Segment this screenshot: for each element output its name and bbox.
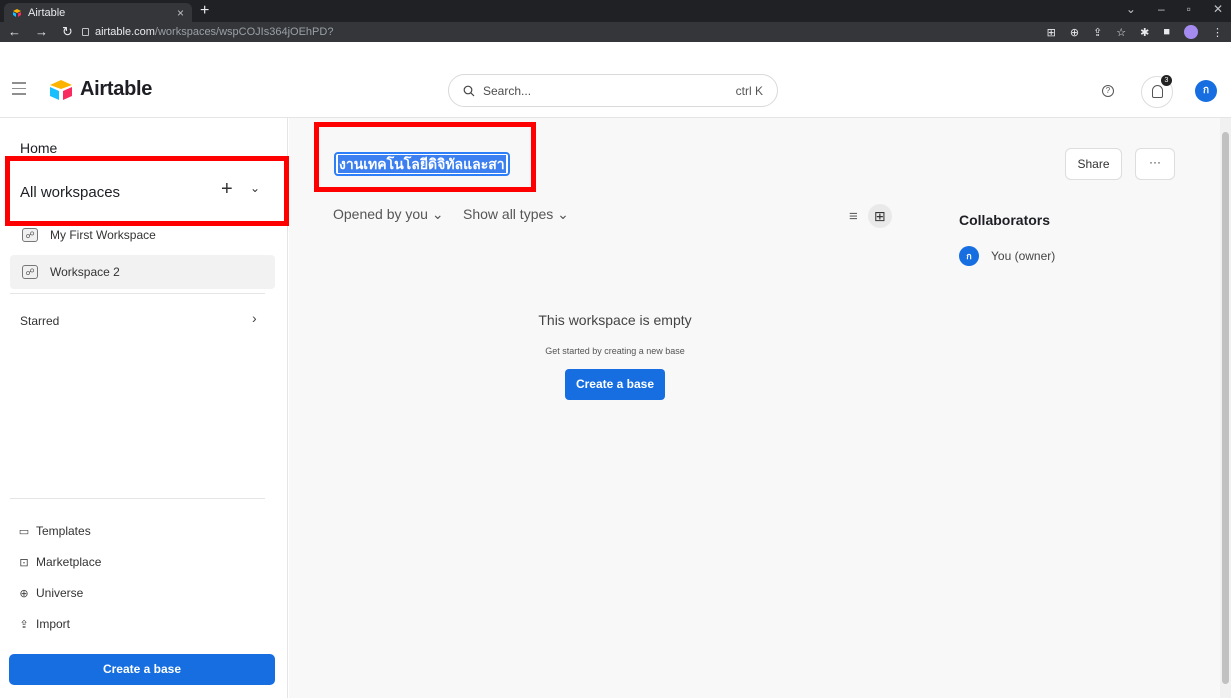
collaborator-avatar: ก — [959, 246, 979, 266]
chevron-down-icon: ⌄ — [557, 206, 569, 222]
sidebar-templates-link[interactable]: ▭ Templates — [18, 524, 91, 538]
new-tab-button[interactable]: + — [200, 2, 209, 20]
filter-label: Opened by you — [333, 206, 428, 222]
address-bar[interactable]: airtable.com /workspaces/wspCOJIs364jOEh… — [82, 26, 333, 38]
airtable-logo[interactable]: Airtable — [48, 78, 152, 101]
sidebar-home-link[interactable]: Home — [20, 140, 57, 156]
sidebar-import-link[interactable]: ⇪ Import — [18, 617, 70, 631]
airtable-logo-icon — [50, 79, 72, 100]
collaborators-title: Collaborators — [959, 212, 1051, 228]
sidebar-universe-link[interactable]: ⊕ Universe — [18, 586, 83, 600]
search-icon — [463, 85, 475, 96]
book-icon: ▭ — [18, 525, 30, 538]
globe-icon: ⊕ — [19, 587, 29, 600]
bell-icon — [1152, 85, 1163, 98]
filter-label: Show all types — [463, 206, 554, 222]
search-placeholder: Search... — [483, 83, 532, 98]
opened-by-you-dropdown[interactable]: Opened by you ⌄ — [333, 206, 444, 223]
sidebar-marketplace-link[interactable]: ⊡ Marketplace — [18, 555, 101, 569]
nav-buttons: ← → ↻ — [0, 24, 82, 40]
marketplace-icon: ⊡ — [19, 556, 29, 569]
sidebar-item-workspace-2[interactable]: ☍ Workspace 2 — [10, 255, 275, 289]
app-header: Airtable Search... ctrl K ? 3 — [0, 62, 1231, 118]
main-content: งานเทคโนโลยีดิจิทัลและสา Opened by you ⌄… — [289, 118, 1220, 698]
view-toggle: ≡ ⊞ — [849, 204, 892, 228]
share-icon[interactable]: ⇪ — [1093, 26, 1102, 39]
chevron-right-icon[interactable]: › — [252, 310, 257, 326]
workspace-users-icon: ☍ — [22, 228, 38, 242]
window-controls: ⌄ – ▫ ✕ — [1126, 2, 1223, 16]
translate-icon[interactable]: ⊞ — [1047, 26, 1056, 39]
url-path: /workspaces/wspCOJIs364jOEhPD? — [154, 26, 334, 38]
upload-icon: ⇪ — [19, 618, 29, 631]
profile-avatar[interactable] — [1184, 25, 1198, 39]
list-view-icon[interactable]: ≡ — [849, 208, 858, 225]
sidebar-link-label: Import — [36, 617, 71, 631]
notification-badge: 3 — [1161, 75, 1172, 86]
main-scrollbar[interactable] — [1220, 118, 1231, 698]
show-all-types-dropdown[interactable]: Show all types ⌄ — [463, 206, 569, 223]
grid-view-icon[interactable]: ⊞ — [867, 204, 892, 228]
sidebar-divider — [10, 293, 265, 294]
workspace-name-text: งานเทคโนโลยีดิจิทัลและสา — [338, 155, 506, 173]
browser-tab[interactable]: Airtable × — [4, 3, 192, 22]
sidebar: Home All workspaces + ⌄ ☍ My First Works… — [0, 118, 289, 698]
sidebar-divider — [10, 498, 265, 499]
search-shortcut-hint: ctrl K — [735, 83, 763, 98]
browser-tabbar: Airtable × + ⌄ – ▫ ✕ — [0, 0, 1231, 22]
notifications-button[interactable]: 3 — [1141, 75, 1173, 108]
close-window-icon[interactable]: ✕ — [1213, 2, 1223, 16]
lock-icon — [82, 28, 89, 36]
empty-state-title: This workspace is empty — [538, 312, 692, 328]
side-panel-icon[interactable]: ■ — [1163, 26, 1170, 38]
extension-icons: ⊞ ⊕ ⇪ ☆ ✱ ■ ⋮ — [1047, 25, 1223, 39]
tab-search-icon[interactable]: ⌄ — [1126, 2, 1136, 16]
workspace-users-icon: ☍ — [22, 265, 38, 279]
sidebar-link-label: Marketplace — [36, 555, 102, 569]
sidebar-create-base-button[interactable]: Create a base — [9, 654, 275, 685]
browser-menu-icon[interactable]: ⋮ — [1212, 26, 1223, 39]
scrollbar-thumb[interactable] — [1222, 132, 1229, 684]
forward-icon[interactable]: → — [35, 24, 48, 40]
hamburger-menu-icon[interactable] — [12, 82, 26, 99]
url-domain: airtable.com — [95, 26, 155, 38]
sidebar-link-label: Universe — [36, 586, 84, 600]
user-avatar[interactable]: ก — [1195, 80, 1217, 102]
maximize-icon[interactable]: ▫ — [1187, 2, 1191, 16]
help-icon[interactable]: ? — [1102, 85, 1114, 97]
sidebar-link-label: Templates — [36, 524, 91, 538]
back-icon[interactable]: ← — [8, 24, 21, 40]
search-input[interactable]: Search... ctrl K — [448, 74, 778, 107]
extensions-puzzle-icon[interactable]: ✱ — [1140, 26, 1149, 39]
sidebar-item-my-first-workspace[interactable]: ☍ My First Workspace — [10, 218, 275, 252]
sidebar-starred[interactable]: Starred — [20, 314, 59, 328]
empty-state-subtitle: Get started by creating a new base — [545, 346, 685, 356]
minimize-icon[interactable]: – — [1158, 2, 1165, 16]
workspace-label: Workspace 2 — [50, 265, 120, 279]
tab-title: Airtable — [28, 6, 66, 19]
browser-toolbar: ← → ↻ airtable.com /workspaces/wspCOJIs3… — [0, 22, 1231, 42]
chevron-down-icon: ⌄ — [431, 206, 444, 222]
highlight-box-workspaces — [5, 156, 289, 226]
create-base-button[interactable]: Create a base — [565, 369, 665, 400]
bookmark-star-icon[interactable]: ☆ — [1116, 26, 1126, 39]
share-button[interactable]: Share — [1065, 148, 1122, 180]
collaborator-row: ก You (owner) — [959, 246, 1055, 266]
tab-close-icon[interactable]: × — [177, 6, 184, 20]
more-options-button[interactable]: ··· — [1135, 148, 1175, 180]
workspace-name-input[interactable]: งานเทคโนโลยีดิจิทัลและสา — [334, 152, 510, 176]
workspace-label: My First Workspace — [50, 228, 156, 242]
airtable-favicon-icon — [12, 8, 22, 18]
reload-icon[interactable]: ↻ — [62, 24, 73, 40]
collaborator-name: You (owner) — [991, 249, 1056, 263]
logo-text: Airtable — [80, 78, 153, 100]
zoom-icon[interactable]: ⊕ — [1070, 26, 1079, 39]
